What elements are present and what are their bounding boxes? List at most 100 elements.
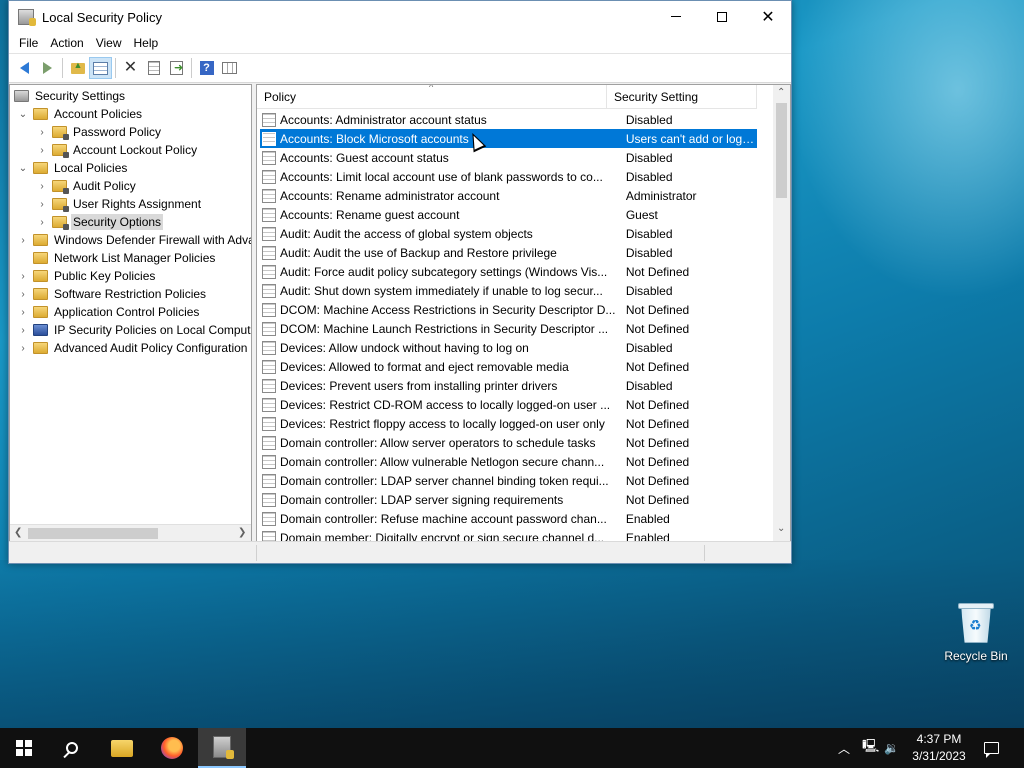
search-button[interactable] xyxy=(48,728,96,768)
column-header-security-setting[interactable]: Security Setting xyxy=(607,85,757,109)
policy-name: Accounts: Rename guest account xyxy=(280,207,460,222)
tree-item[interactable]: Network List Manager Policies xyxy=(18,249,217,267)
policy-row[interactable]: Accounts: Administrator account status Di… xyxy=(260,110,757,129)
menu-action[interactable]: Action xyxy=(44,36,89,50)
window-title: Local Security Policy xyxy=(42,9,162,25)
scrollbar-thumb[interactable] xyxy=(28,528,158,539)
expand-icon[interactable]: › xyxy=(37,145,47,156)
properties-button[interactable] xyxy=(142,57,165,79)
menu-view[interactable]: View xyxy=(90,36,128,50)
tree-item[interactable]: › User Rights Assignment xyxy=(37,195,203,213)
policy-row[interactable]: Accounts: Rename administrator account Ad… xyxy=(260,186,757,205)
minimize-button[interactable] xyxy=(653,1,699,32)
file-explorer-icon xyxy=(111,739,133,757)
policy-row[interactable]: Devices: Allow undock without having to … xyxy=(260,338,757,357)
tree-item[interactable]: › Audit Policy xyxy=(37,177,138,195)
expand-icon[interactable]: › xyxy=(37,217,47,228)
expand-icon[interactable]: › xyxy=(37,181,47,192)
column-header-policy[interactable]: Policy ^ xyxy=(257,85,607,109)
policy-row[interactable]: Accounts: Rename guest account Guest xyxy=(260,205,757,224)
policy-row[interactable]: Audit: Audit the access of global system… xyxy=(260,224,757,243)
policy-row[interactable]: DCOM: Machine Access Restrictions in Sec… xyxy=(260,300,757,319)
expand-icon[interactable]: › xyxy=(37,127,47,138)
folder-icon xyxy=(33,342,48,354)
policy-icon xyxy=(262,416,276,431)
tree-item[interactable]: › Password Policy xyxy=(37,123,163,141)
help-button[interactable]: ? xyxy=(195,57,218,79)
expand-icon[interactable]: › xyxy=(37,199,47,210)
tree-item[interactable]: › IP Security Policies on Local Compute xyxy=(18,321,251,339)
tree-item-label: Windows Defender Firewall with Adva xyxy=(54,233,252,247)
menu-help[interactable]: Help xyxy=(128,36,165,50)
tree-item[interactable]: › Windows Defender Firewall with Adva xyxy=(18,231,252,249)
tree-horizontal-scrollbar[interactable]: ❮ ❯ xyxy=(10,524,251,541)
policy-row[interactable]: Accounts: Limit local account use of bla… xyxy=(260,167,757,186)
policy-row[interactable]: Audit: Audit the use of Backup and Resto… xyxy=(260,243,757,262)
policy-row[interactable]: Audit: Shut down system immediately if u… xyxy=(260,281,757,300)
network-button[interactable]: 🖳 xyxy=(862,728,879,768)
scroll-left-icon[interactable]: ❮ xyxy=(14,527,22,538)
delete-button[interactable]: ✕ xyxy=(119,57,142,79)
scroll-right-icon[interactable]: ❯ xyxy=(238,527,246,538)
firefox-button[interactable] xyxy=(148,728,196,768)
tree-item[interactable]: › Advanced Audit Policy Configuration xyxy=(18,339,249,357)
show-hide-console-tree-button[interactable] xyxy=(89,57,112,79)
tree-item[interactable]: › Software Restriction Policies xyxy=(18,285,208,303)
list-vertical-scrollbar[interactable]: ⌃ ⌄ xyxy=(773,85,790,541)
tree-item[interactable]: › Security Options xyxy=(37,213,164,231)
show-hidden-icons-button[interactable]: ︿ xyxy=(838,728,850,768)
policy-row[interactable]: Devices: Prevent users from installing p… xyxy=(260,376,757,395)
maximize-button[interactable] xyxy=(699,1,745,32)
back-button[interactable] xyxy=(13,57,36,79)
security-setting-value: Disabled xyxy=(625,112,673,127)
collapse-icon[interactable]: ⌄ xyxy=(18,109,28,120)
tree-item[interactable]: › Account Lockout Policy xyxy=(37,141,199,159)
policy-row[interactable]: Domain controller: Allow server operator… xyxy=(260,433,757,452)
policy-row[interactable]: Devices: Restrict CD-ROM access to local… xyxy=(260,395,757,414)
close-button[interactable]: ✕ xyxy=(745,1,791,32)
forward-button[interactable] xyxy=(36,57,59,79)
console-tree[interactable]: ❮ ❯ Security Settings ⌄ Account Policies › P… xyxy=(9,84,252,542)
tree-item[interactable]: Security Settings xyxy=(14,87,127,105)
expand-icon[interactable]: › xyxy=(18,271,28,282)
policy-row[interactable]: DCOM: Machine Launch Restrictions in Sec… xyxy=(260,319,757,338)
policy-row[interactable]: Devices: Restrict floppy access to local… xyxy=(260,414,757,433)
expand-icon[interactable]: › xyxy=(18,307,28,318)
export-list-button[interactable] xyxy=(165,57,188,79)
expand-icon[interactable]: › xyxy=(18,235,28,246)
title-bar[interactable]: Local Security Policy ✕ xyxy=(9,1,791,33)
policy-row[interactable]: Domain controller: LDAP server signing r… xyxy=(260,490,757,509)
policy-row[interactable]: Accounts: Guest account status Disabled xyxy=(260,148,757,167)
scrollbar-thumb[interactable] xyxy=(776,103,787,198)
volume-button[interactable]: 🔉 xyxy=(884,728,899,768)
policy-icon xyxy=(262,397,276,412)
collapse-icon[interactable]: ⌄ xyxy=(18,163,28,174)
policy-row[interactable]: Accounts: Block Microsoft accounts Users … xyxy=(260,129,757,148)
policy-row[interactable]: Devices: Allowed to format and eject rem… xyxy=(260,357,757,376)
policy-row[interactable]: Domain controller: LDAP server channel b… xyxy=(260,471,757,490)
recycle-bin[interactable]: ♻ Recycle Bin xyxy=(938,601,1014,663)
show-hide-action-pane-button[interactable] xyxy=(218,57,241,79)
file-explorer-button[interactable] xyxy=(98,728,146,768)
menu-file[interactable]: File xyxy=(13,36,44,50)
policy-list[interactable]: Policy ^ Security Setting ⌃ ⌄ Accounts: … xyxy=(256,84,791,542)
expand-icon[interactable]: › xyxy=(18,343,28,354)
notifications-button[interactable] xyxy=(984,728,1000,768)
tree-item[interactable]: ⌄ Account Policies xyxy=(18,105,144,123)
clock[interactable]: 4:37 PM 3/31/2023 xyxy=(906,731,972,765)
up-one-level-button[interactable] xyxy=(66,57,89,79)
policy-row[interactable]: Audit: Force audit policy subcategory se… xyxy=(260,262,757,281)
policy-row[interactable]: Domain controller: Refuse machine accoun… xyxy=(260,509,757,528)
tree-item[interactable]: › Public Key Policies xyxy=(18,267,157,285)
policy-icon xyxy=(262,245,276,260)
expand-icon[interactable]: › xyxy=(18,289,28,300)
start-button[interactable] xyxy=(0,728,48,768)
policy-row[interactable]: Domain controller: Allow vulnerable Netl… xyxy=(260,452,757,471)
expand-icon[interactable]: › xyxy=(18,325,28,336)
tree-item[interactable]: ⌄ Local Policies xyxy=(18,159,129,177)
scroll-up-icon[interactable]: ⌃ xyxy=(777,87,785,98)
scroll-down-icon[interactable]: ⌄ xyxy=(777,523,785,534)
policy-row[interactable]: Domain member: Digitally encrypt or sign… xyxy=(260,528,757,541)
tree-item[interactable]: › Application Control Policies xyxy=(18,303,201,321)
local-security-policy-taskbar-button[interactable] xyxy=(198,728,246,768)
